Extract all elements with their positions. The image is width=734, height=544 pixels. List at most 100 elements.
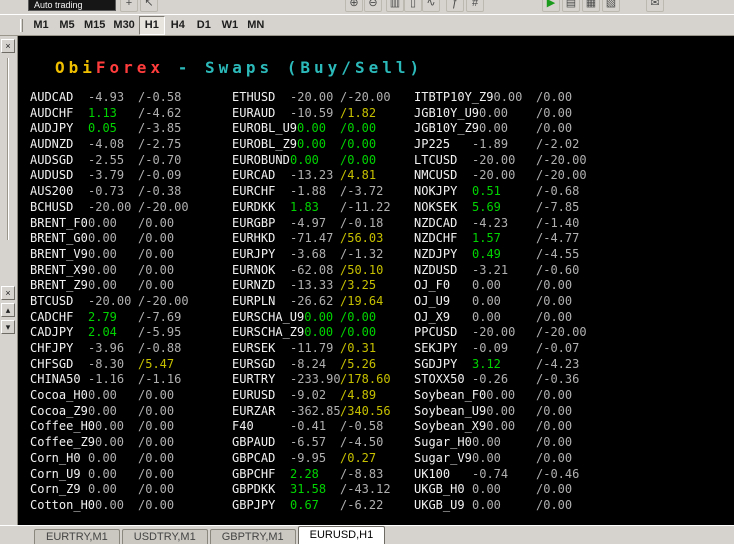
- swap-row: Corn_H0 0.00/0.00: [30, 451, 226, 467]
- swap-row: EURCAD -13.23/4.81: [232, 168, 428, 184]
- buy-swap-value: -362.85: [290, 403, 341, 418]
- buy-swap-value: -62.08: [290, 262, 334, 277]
- title-obi: Obi: [55, 58, 96, 77]
- buy-swap-value: 0.67: [290, 497, 319, 512]
- symbol-label: BRENT_V9: [30, 246, 88, 261]
- toolbar-grip-handle[interactable]: [20, 19, 23, 32]
- close-icon: ×: [5, 41, 11, 51]
- swap-column-2: ETHUSD -20.00/-20.00 EURAUD -10.59/1.82 EURO…: [232, 90, 428, 514]
- symbol-label: GBPJPY: [232, 497, 276, 512]
- buy-swap-value: 0.00: [95, 419, 124, 434]
- sell-swap-value: /0.00: [340, 309, 377, 324]
- timeframe-button-d1[interactable]: D1: [191, 16, 217, 35]
- sell-swap-value: /0.00: [536, 419, 573, 434]
- symbol-label: EURZAR: [232, 403, 276, 418]
- symbol-label: OJ_F0: [414, 278, 451, 293]
- dock-close-button-2[interactable]: ×: [1, 286, 15, 300]
- swap-row: EURSCHA_U90.00/0.00: [232, 310, 428, 326]
- timeframe-button-m30[interactable]: M30: [109, 16, 138, 35]
- swap-row: NOKJPY 0.51 /-0.68: [414, 184, 610, 200]
- symbol-label: JP225: [414, 137, 451, 152]
- candlestick-chart-icon[interactable]: ▯: [404, 0, 422, 12]
- dock-scroll-up-button[interactable]: ▴: [1, 303, 15, 317]
- buy-swap-value: -8.24: [290, 356, 327, 371]
- autotrading-icon[interactable]: ▶: [542, 0, 560, 12]
- symbol-label: F40: [232, 419, 254, 434]
- symbol-label: EURTRY: [232, 372, 276, 387]
- sell-swap-value: /-7.69: [138, 309, 182, 324]
- buy-swap-value: -10.59: [290, 105, 334, 120]
- zoom-in-icon[interactable]: ⊕: [345, 0, 363, 12]
- sell-swap-value: /0.31: [340, 341, 377, 355]
- chart-area[interactable]: ObiForex - Swaps (Buy/Sell) AUDCAD -4.93 /…: [18, 36, 734, 525]
- crosshair-icon[interactable]: +: [120, 0, 138, 12]
- timeframe-button-h4[interactable]: H4: [165, 16, 191, 35]
- sell-swap-value: /0.27: [340, 450, 377, 465]
- buy-swap-value: -20.00: [472, 325, 516, 340]
- template-icon[interactable]: ▦: [582, 0, 600, 12]
- timeframe-button-mn[interactable]: MN: [243, 16, 269, 35]
- sell-swap-value: /5.47: [138, 356, 175, 371]
- zoom-out-icon[interactable]: ⊖: [364, 0, 382, 12]
- timeframe-button-w1[interactable]: W1: [217, 16, 243, 35]
- chart-tab-gbptry-m1[interactable]: GBPTRY,M1: [209, 529, 296, 544]
- symbol-label: EURHKD: [232, 231, 276, 246]
- indicators-icon[interactable]: ƒ: [446, 0, 464, 12]
- chart-tabs: EURTRY,M1 USDTRY,M1 GBPTRY,M1 EURUSD,H1: [34, 526, 387, 544]
- symbol-label: EURCHF: [232, 184, 276, 199]
- symbol-label: SEKJPY: [414, 341, 458, 355]
- sell-swap-value: /-20.00: [138, 293, 189, 308]
- close-icon: ×: [5, 288, 11, 298]
- sell-swap-value: /-4.62: [138, 105, 182, 120]
- symbol-label: EURJPY: [232, 246, 276, 261]
- cursor-icon[interactable]: ↖: [140, 0, 158, 12]
- symbol-label: AUDUSD: [30, 168, 74, 183]
- timeframe-button-m1[interactable]: M1: [28, 16, 54, 35]
- buy-swap-value: -26.62: [290, 293, 334, 308]
- sell-swap-value: /0.00: [536, 450, 573, 465]
- buy-swap-value: 1.83: [290, 199, 319, 214]
- chart-tab-eurtry-m1[interactable]: EURTRY,M1: [34, 529, 120, 544]
- symbol-label: GBPCAD: [232, 450, 276, 465]
- buy-swap-value: 0.00: [493, 90, 523, 104]
- sell-swap-value: /0.00: [340, 137, 377, 152]
- sell-swap-value: /0.00: [340, 325, 377, 340]
- swap-row: BTCUSD -20.00 /-20.00: [30, 294, 226, 310]
- swap-row: UKGB_U9 0.00/0.00: [414, 498, 610, 514]
- chart-tab-usdtry-m1[interactable]: USDTRY,M1: [121, 529, 208, 544]
- sell-swap-value: /-0.46: [536, 466, 580, 481]
- buy-swap-value: 0.00: [472, 482, 501, 497]
- buy-swap-value: 0.00: [297, 137, 326, 152]
- buy-swap-value: 0.00: [472, 435, 501, 450]
- swap-row: Corn_Z9 0.00/0.00: [30, 482, 226, 498]
- symbol-label: BRENT_X9: [30, 262, 88, 277]
- dock-close-button[interactable]: ×: [1, 39, 15, 53]
- buy-swap-value: 0.00: [472, 293, 501, 308]
- new-order-icon[interactable]: ▤: [562, 0, 580, 12]
- symbol-label: BRENT_F0: [30, 215, 88, 230]
- sell-swap-value: /-1.32: [340, 246, 384, 261]
- line-chart-icon[interactable]: ∿: [422, 0, 440, 12]
- sell-swap-value: /0.00: [340, 121, 377, 136]
- sell-swap-value: /-20.00: [536, 152, 587, 167]
- symbol-label: EURNOK: [232, 262, 276, 277]
- timeframe-button-m15[interactable]: M15: [80, 16, 109, 35]
- mail-icon[interactable]: ✉: [646, 0, 664, 12]
- swap-row: Sugar_H00.00/0.00: [414, 435, 610, 451]
- timeframe-button-m5[interactable]: M5: [54, 16, 80, 35]
- grid-icon[interactable]: #: [466, 0, 484, 12]
- swap-row: EUROBL_U90.00/0.00: [232, 121, 428, 137]
- buy-swap-value: -20.00: [88, 199, 132, 214]
- sell-swap-value: /56.03: [340, 231, 384, 246]
- swap-row: JP225 -1.89 /-2.02: [414, 137, 610, 153]
- profile-icon[interactable]: ▧: [602, 0, 620, 12]
- dock-scroll-down-button[interactable]: ▾: [1, 320, 15, 334]
- symbol-label: Soybean_U9: [414, 403, 487, 418]
- sell-swap-value: /-0.58: [138, 90, 182, 104]
- timeframe-button-h1[interactable]: H1: [138, 16, 165, 35]
- symbol-label: UK100: [414, 466, 451, 481]
- chart-tab-eurusd-h1[interactable]: EURUSD,H1: [297, 526, 386, 544]
- bar-chart-icon[interactable]: ▥: [386, 0, 404, 12]
- swap-row: OJ_X9 0.00/0.00: [414, 310, 610, 326]
- symbol-label: AUDCAD: [30, 90, 74, 104]
